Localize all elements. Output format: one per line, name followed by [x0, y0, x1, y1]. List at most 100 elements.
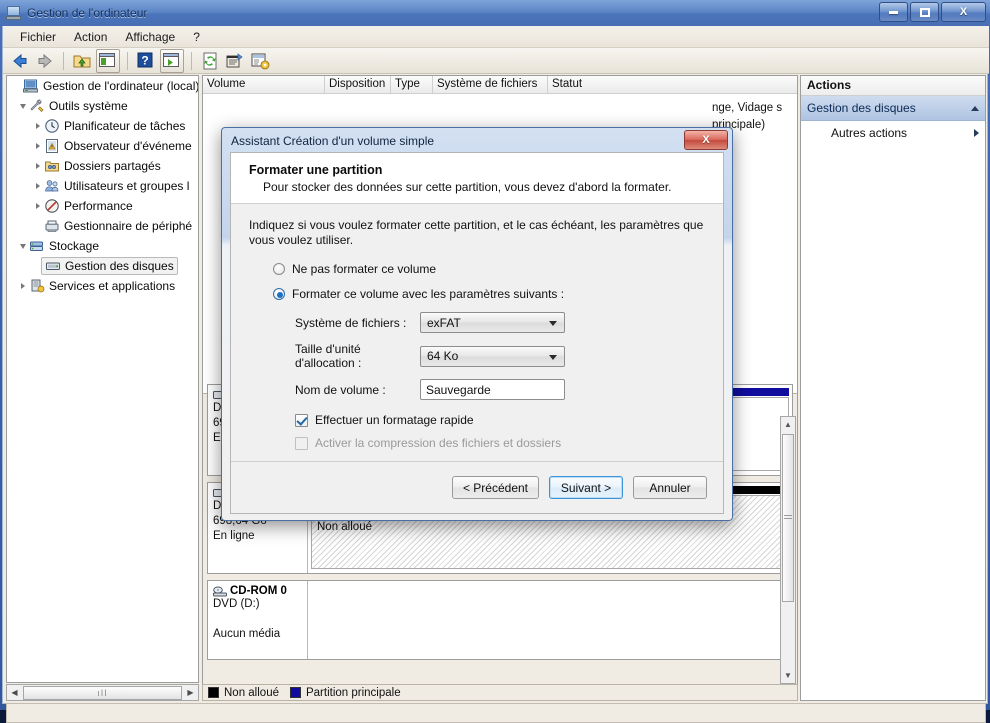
- dialog-content: Indiquez si vous voulez formater cette p…: [231, 204, 723, 450]
- scroll-thumb[interactable]: ıII: [23, 685, 182, 700]
- actions-item-autres-actions[interactable]: Autres actions: [801, 121, 985, 145]
- computer-icon: [23, 78, 39, 94]
- tree-horizontal-scrollbar[interactable]: ◀ ıII ▶: [6, 684, 199, 701]
- scroll-up-arrow[interactable]: ▲: [784, 417, 792, 432]
- refresh-icon[interactable]: [199, 50, 221, 72]
- window-controls: X: [879, 2, 986, 22]
- sidebar-item-observateur-d-evenements[interactable]: Observateur d'événeme: [7, 136, 198, 156]
- scroll-right-arrow[interactable]: ▶: [183, 685, 198, 700]
- actions-group-gestion-des-disques[interactable]: Gestion des disques: [801, 96, 985, 121]
- cancel-button[interactable]: Annuler: [633, 476, 707, 499]
- sidebar-item-stockage[interactable]: Stockage: [7, 236, 198, 256]
- legend-label-unallocated: Non alloué: [224, 686, 279, 699]
- disk-row-cdrom-0[interactable]: CD-ROM 0 DVD (D:) Aucun média: [207, 580, 793, 660]
- sidebar-item-planificateur-de-taches[interactable]: Planificateur de tâches: [7, 116, 198, 136]
- show-console-icon[interactable]: [160, 48, 184, 73]
- chevron-down-icon[interactable]: [549, 321, 557, 326]
- column-header-volume[interactable]: Volume: [203, 76, 325, 93]
- console-tree[interactable]: Gestion de l'ordinateur (local) Outils s…: [6, 75, 199, 683]
- volume-label-input[interactable]: Sauvegarde: [420, 379, 565, 400]
- disk-management-icon: [45, 258, 61, 274]
- radio-format-label: Formater ce volume avec les paramètres s…: [292, 287, 565, 301]
- radio-format-with-settings[interactable]: Formater ce volume avec les paramètres s…: [273, 287, 707, 301]
- up-folder-icon[interactable]: [71, 50, 93, 72]
- properties-icon[interactable]: [224, 50, 246, 72]
- menu-item-action[interactable]: Action: [65, 28, 116, 46]
- expander[interactable]: [31, 176, 44, 196]
- dialog-footer: < Précédent Suivant > Annuler: [231, 461, 723, 513]
- radio-button-selected-icon[interactable]: [273, 288, 285, 300]
- actions-title: Actions: [801, 76, 985, 96]
- chevron-down-icon[interactable]: [549, 354, 557, 360]
- sidebar-item-services-et-applications[interactable]: Services et applications: [7, 276, 198, 296]
- clock-icon: [44, 118, 60, 134]
- chevron-right-icon[interactable]: [974, 129, 979, 137]
- volume-list-header: Volume Disposition Type Système de fichi…: [203, 76, 797, 94]
- tree-root[interactable]: Gestion de l'ordinateur (local): [7, 76, 198, 96]
- dialog-subheading: Pour stocker des données sur cette parti…: [263, 180, 672, 194]
- computer-management-window: Gestion de l'ordinateur X Fichier Action…: [0, 0, 990, 723]
- field-row-volume-label: Nom de volume : Sauvegarde: [295, 379, 707, 400]
- expander[interactable]: [31, 116, 44, 136]
- sidebar-item-label: Stockage: [49, 239, 100, 253]
- menu-item-fichier[interactable]: Fichier: [11, 28, 65, 46]
- sidebar-item-dossiers-partages[interactable]: Dossiers partagés: [7, 156, 198, 176]
- scroll-thumb[interactable]: [782, 434, 794, 602]
- checkbox-checked-icon[interactable]: [295, 413, 308, 427]
- help-icon[interactable]: ?: [135, 50, 157, 72]
- dialog-close-button[interactable]: X: [684, 130, 728, 150]
- menu-item-help[interactable]: ?: [184, 28, 209, 46]
- file-system-select[interactable]: exFAT: [420, 312, 565, 333]
- sidebar-item-performance[interactable]: Performance: [7, 196, 198, 216]
- expander[interactable]: [16, 236, 29, 256]
- close-button[interactable]: X: [941, 2, 986, 22]
- dialog-title: Assistant Création d'un volume simple: [231, 134, 435, 148]
- shared-folder-icon: [44, 158, 60, 174]
- expander[interactable]: [16, 276, 29, 296]
- checkbox-quick-format[interactable]: Effectuer un formatage rapide: [295, 413, 707, 427]
- sidebar-item-gestionnaire-de-peripheriques[interactable]: Gestionnaire de périphé: [7, 216, 198, 236]
- forward-arrow-icon[interactable]: [34, 50, 56, 72]
- checkbox-compression-label: Activer la compression des fichiers et d…: [315, 436, 562, 450]
- minimize-button[interactable]: [879, 2, 908, 22]
- maximize-button[interactable]: [910, 2, 939, 22]
- sidebar-item-label: Services et applications: [49, 279, 176, 293]
- sidebar-item-utilisateurs-et-groupes[interactable]: Utilisateurs et groupes l: [7, 176, 198, 196]
- status-bar: [6, 703, 986, 723]
- expander[interactable]: [31, 196, 44, 216]
- sidebar-item-label: Utilisateurs et groupes l: [64, 179, 190, 193]
- expander[interactable]: [31, 156, 44, 176]
- disk-info-cdrom-0: CD-ROM 0 DVD (D:) Aucun média: [208, 581, 308, 659]
- device-manager-icon: [44, 218, 60, 234]
- column-header-systeme-de-fichiers[interactable]: Système de fichiers: [433, 76, 548, 93]
- expander[interactable]: [16, 96, 29, 116]
- window-titlebar: Gestion de l'ordinateur X: [0, 0, 990, 26]
- previous-button[interactable]: < Précédent: [451, 476, 539, 499]
- sidebar-item-gestion-des-disques[interactable]: Gestion des disques: [7, 256, 198, 276]
- menu-item-affichage[interactable]: Affichage: [116, 28, 184, 46]
- back-arrow-icon[interactable]: [9, 50, 31, 72]
- radio-no-format[interactable]: Ne pas formater ce volume: [273, 262, 707, 276]
- radio-button-icon[interactable]: [273, 263, 285, 275]
- sidebar-item-label: Performance: [64, 199, 133, 213]
- svg-text:?: ?: [141, 53, 148, 67]
- checkbox-enable-compression: Activer la compression des fichiers et d…: [295, 436, 707, 450]
- scroll-down-arrow[interactable]: ▼: [784, 668, 792, 683]
- legend-label-primary-partition: Partition principale: [305, 686, 401, 699]
- allocation-unit-size-select[interactable]: 64 Ko: [420, 345, 565, 367]
- volume-label-value: Sauvegarde: [426, 382, 491, 397]
- manage-icon[interactable]: [249, 50, 271, 72]
- show-pane-icon[interactable]: [96, 48, 120, 73]
- legend-swatch-unallocated: [208, 687, 219, 698]
- scroll-track[interactable]: [781, 432, 795, 668]
- graph-vertical-scrollbar[interactable]: ▲ ▼: [780, 416, 796, 684]
- disk-label: CD-ROM 0: [230, 585, 287, 597]
- column-header-disposition[interactable]: Disposition: [325, 76, 391, 93]
- sidebar-item-outils-systeme[interactable]: Outils système: [7, 96, 198, 116]
- column-header-type[interactable]: Type: [391, 76, 433, 93]
- expander[interactable]: [31, 136, 44, 156]
- scroll-left-arrow[interactable]: ◀: [7, 685, 22, 700]
- chevron-up-icon[interactable]: [971, 105, 979, 111]
- next-button[interactable]: Suivant >: [549, 476, 623, 499]
- column-header-statut[interactable]: Statut: [548, 76, 758, 93]
